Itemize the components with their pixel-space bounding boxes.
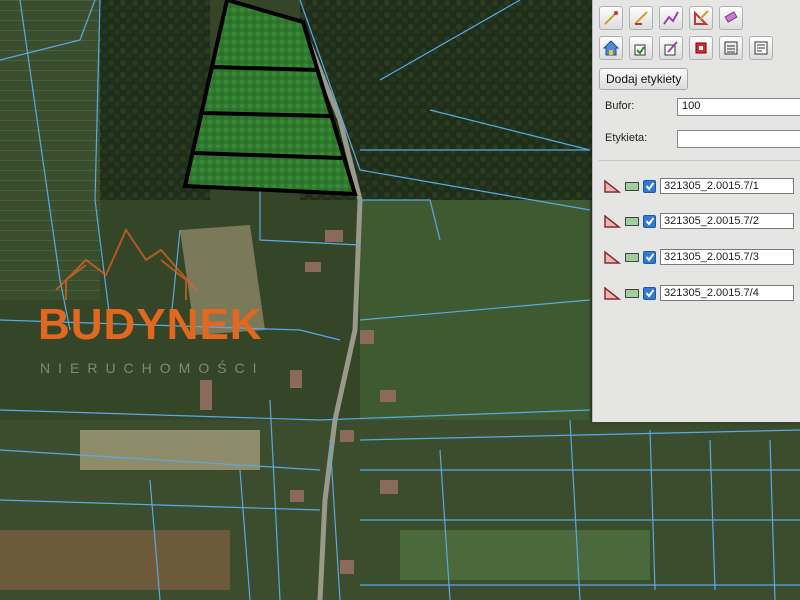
draw-multiline-button[interactable] — [659, 6, 683, 30]
delete-shape-button[interactable] — [689, 36, 713, 60]
layer-visibility-checkbox[interactable] — [643, 286, 656, 300]
layer-style-swatch[interactable] — [625, 288, 639, 298]
edit-shape-icon — [664, 41, 678, 56]
panel-divider — [599, 160, 800, 161]
delete-shape-icon — [695, 42, 707, 54]
parcel-7-2[interactable] — [201, 67, 331, 116]
properties-icon — [754, 41, 768, 55]
select-edit-icon — [634, 44, 646, 56]
parcel-7-3[interactable] — [193, 113, 342, 158]
layer-style-swatch[interactable] — [625, 252, 639, 262]
toolbar-row-2 — [599, 36, 773, 60]
toolbar-row-1 — [599, 6, 743, 30]
draw-line-button[interactable] — [629, 6, 653, 30]
layer-style-swatch[interactable] — [625, 216, 639, 226]
watermark-title: BUDYNEK — [38, 300, 263, 349]
layer-name-field[interactable]: 321305_2.0015.7/1 — [660, 178, 794, 194]
polygon-layer-icon — [603, 178, 621, 194]
export-button[interactable] — [719, 36, 743, 60]
label-label: Etykieta: — [605, 132, 648, 144]
export-icon — [724, 41, 738, 55]
layer-name-field[interactable]: 321305_2.0015.7/4 — [660, 285, 794, 301]
eraser-icon — [724, 11, 738, 23]
draw-point-icon — [604, 11, 618, 25]
draw-line-icon — [634, 11, 648, 25]
home-button[interactable] — [599, 36, 623, 60]
draw-polygon-button[interactable] — [689, 6, 713, 30]
layer-visibility-checkbox[interactable] — [643, 250, 656, 264]
layer-name-field[interactable]: 321305_2.0015.7/2 — [660, 213, 794, 229]
edit-shape-button[interactable] — [659, 36, 683, 60]
field-strip-brown — [0, 530, 230, 590]
eraser-button[interactable] — [719, 6, 743, 30]
layer-row[interactable]: 321305_2.0015.7/4 — [603, 284, 794, 302]
buffer-label: Bufor: — [605, 100, 635, 112]
layer-visibility-checkbox[interactable] — [643, 179, 656, 193]
buffer-input[interactable]: 100 — [677, 98, 800, 116]
select-edit-button[interactable] — [629, 36, 653, 60]
home-icon — [602, 40, 620, 56]
label-input[interactable] — [677, 130, 800, 148]
polygon-layer-icon — [603, 285, 621, 301]
layer-visibility-checkbox[interactable] — [643, 214, 656, 228]
layer-row[interactable]: 321305_2.0015.7/3 — [603, 248, 794, 266]
layer-style-swatch[interactable] — [625, 181, 639, 191]
properties-button[interactable] — [749, 36, 773, 60]
add-labels-button[interactable]: Dodaj etykiety — [599, 68, 689, 90]
field-strip-green — [400, 530, 650, 580]
polygon-layer-icon — [603, 213, 621, 229]
draw-multiline-icon — [663, 11, 679, 25]
draw-point-button[interactable] — [599, 6, 623, 30]
layer-row[interactable]: 321305_2.0015.7/1 — [603, 177, 794, 195]
polygon-layer-icon — [603, 249, 621, 265]
watermark-subtitle: NIERUCHOMOŚCI — [40, 360, 265, 376]
draw-polygon-icon — [694, 10, 709, 25]
layer-row[interactable]: 321305_2.0015.7/2 — [603, 212, 794, 230]
layer-name-field[interactable]: 321305_2.0015.7/3 — [660, 249, 794, 265]
parcel-tools-panel: Dodaj etykiety Bufor: 100 Etykieta: 3213… — [592, 0, 800, 422]
